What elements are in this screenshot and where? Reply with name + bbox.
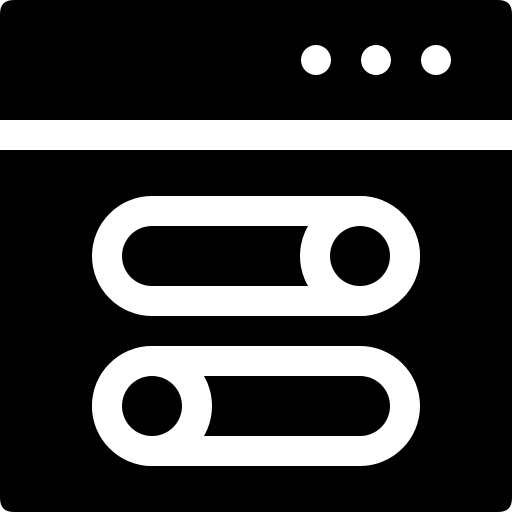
toggle-top-knob [330,226,390,286]
toggle-switch-bottom [92,346,420,466]
title-bar-dots [301,45,451,75]
settings-window-icon [0,0,512,512]
window-svg [0,0,512,512]
window-dot-3 [421,45,451,75]
window-dot-2 [361,45,391,75]
toggle-switch-top [92,196,420,316]
window-dot-1 [301,45,331,75]
toggle-bottom-knob [122,376,182,436]
